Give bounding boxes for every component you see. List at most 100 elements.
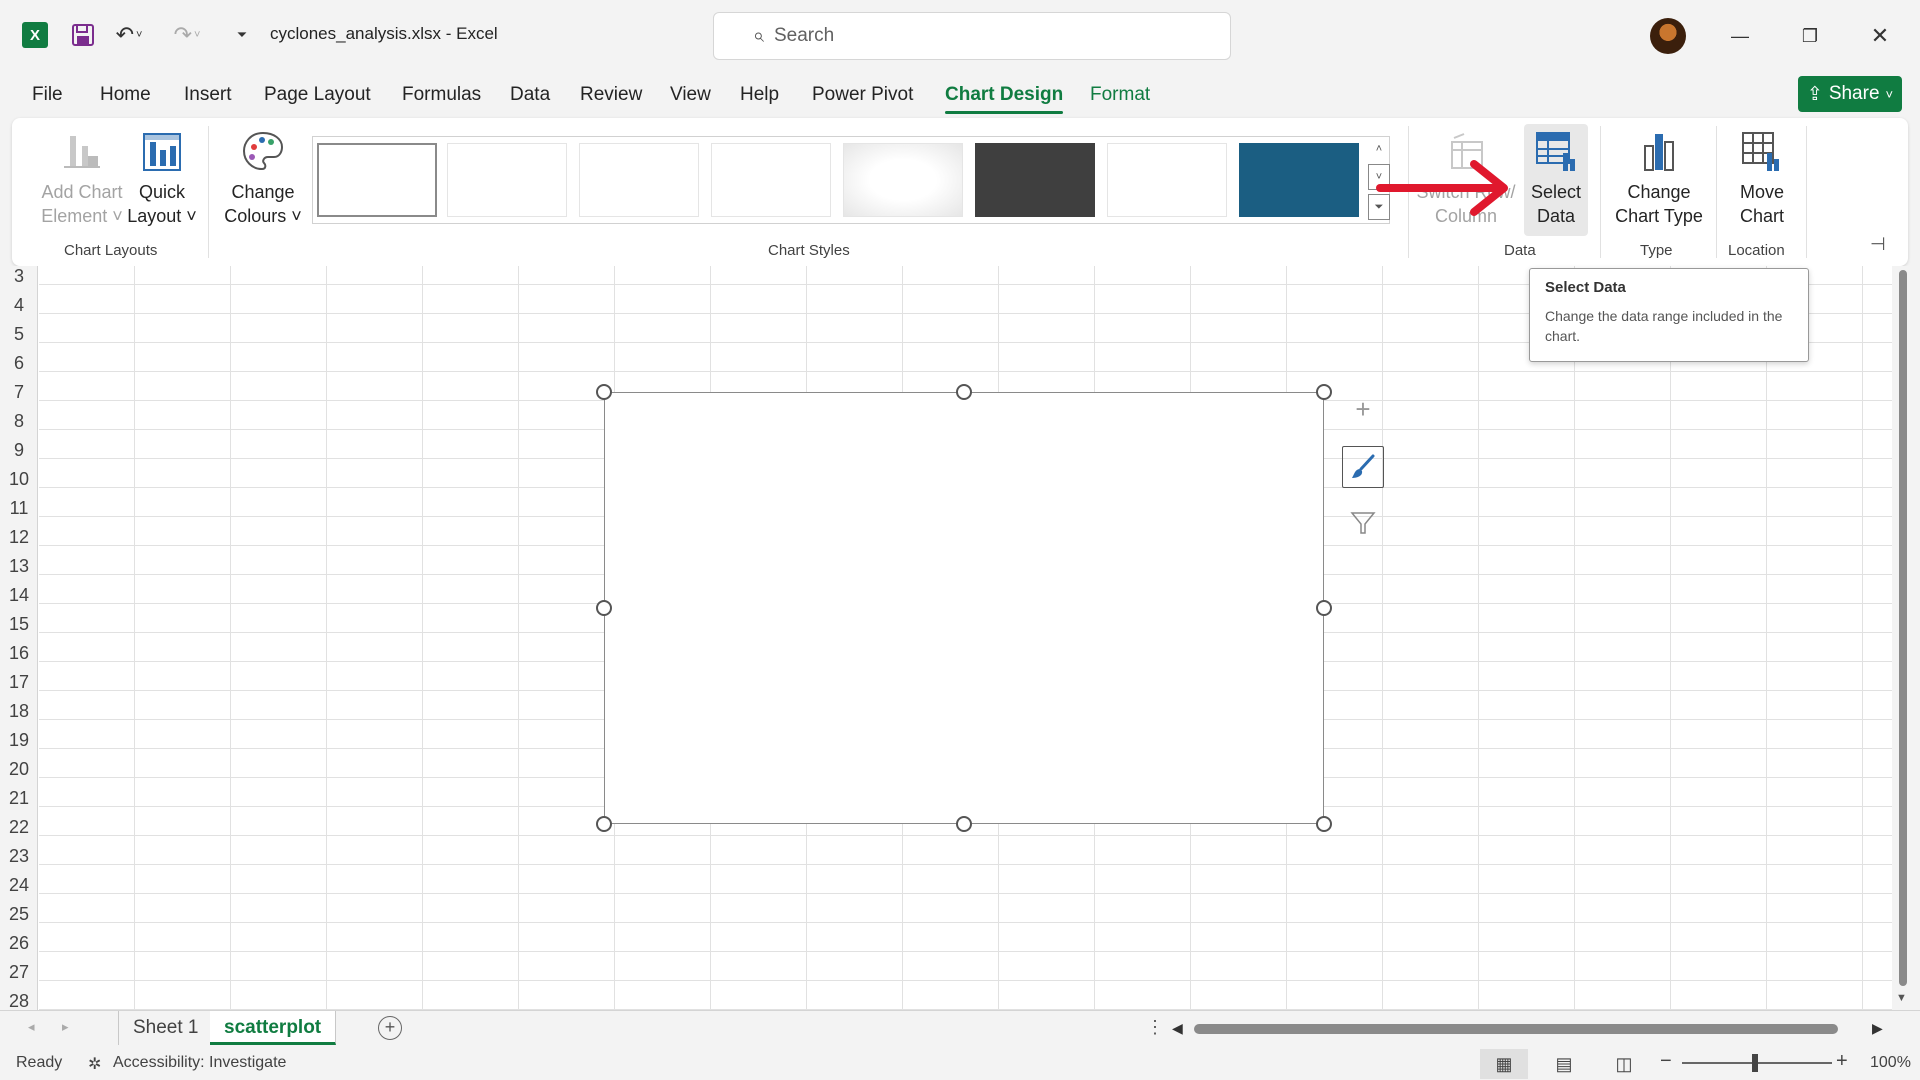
undo-icon[interactable]: ↶ ˅ bbox=[112, 22, 146, 48]
row-header[interactable]: 21 bbox=[0, 784, 38, 813]
row-header[interactable]: 4 bbox=[0, 291, 38, 320]
sheet-nav-right-icon[interactable]: ▸ bbox=[62, 1019, 69, 1035]
row-header[interactable]: 27 bbox=[0, 958, 38, 987]
add-chart-element-button[interactable]: Add Chart Element ˅ bbox=[32, 128, 132, 228]
sheet-tab-scatterplot[interactable]: scatterplot bbox=[210, 1011, 337, 1045]
tab-review[interactable]: Review bbox=[580, 84, 642, 106]
chart-style-4[interactable] bbox=[711, 143, 831, 217]
row-header[interactable]: 14 bbox=[0, 581, 38, 610]
close-button[interactable]: ✕ bbox=[1850, 14, 1910, 58]
row-header[interactable]: 12 bbox=[0, 523, 38, 552]
chart-area[interactable] bbox=[604, 392, 1324, 824]
row-header[interactable]: 22 bbox=[0, 813, 38, 842]
change-colours-button[interactable]: Change Colours ˅ bbox=[218, 128, 308, 228]
more-options-icon[interactable]: ⋮ bbox=[1146, 1017, 1164, 1038]
resize-handle-top-left[interactable] bbox=[596, 384, 612, 400]
resize-handle-bottom[interactable] bbox=[956, 816, 972, 832]
zoom-in-icon[interactable]: + bbox=[1836, 1050, 1848, 1073]
row-header[interactable]: 5 bbox=[0, 320, 38, 349]
normal-view-icon[interactable]: ▦ bbox=[1480, 1049, 1528, 1079]
tab-file[interactable]: File bbox=[32, 84, 63, 106]
row-header[interactable]: 19 bbox=[0, 726, 38, 755]
redo-icon[interactable]: ↷ ˅ bbox=[170, 22, 204, 48]
share-button[interactable]: ⇪ Share ˅ bbox=[1798, 76, 1902, 112]
chart-style-1[interactable] bbox=[317, 143, 437, 217]
sheet-nav-left-icon[interactable]: ◂ bbox=[28, 1019, 35, 1035]
zoom-level[interactable]: 100% bbox=[1870, 1054, 1911, 1072]
tab-formulas[interactable]: Formulas bbox=[402, 84, 481, 106]
row-header[interactable]: 8 bbox=[0, 407, 38, 436]
row-header[interactable]: 17 bbox=[0, 668, 38, 697]
row-header[interactable]: 9 bbox=[0, 436, 38, 465]
sheet-tab-sheet-1[interactable]: Sheet 1 bbox=[118, 1011, 214, 1045]
pin-ribbon-icon[interactable]: ⊣ bbox=[1870, 234, 1886, 255]
row-header[interactable]: 3 bbox=[0, 262, 38, 291]
row-header[interactable]: 20 bbox=[0, 755, 38, 784]
search-box[interactable]: ⌕ Search bbox=[713, 12, 1231, 60]
row-header[interactable]: 16 bbox=[0, 639, 38, 668]
row-header[interactable]: 25 bbox=[0, 900, 38, 929]
add-sheet-icon[interactable]: + bbox=[378, 1016, 402, 1040]
row-header[interactable]: 15 bbox=[0, 610, 38, 639]
minimize-button[interactable]: — bbox=[1710, 14, 1770, 58]
scroll-right-icon[interactable]: ▶ bbox=[1872, 1020, 1883, 1037]
chart-style-8[interactable] bbox=[1239, 143, 1359, 217]
move-chart-button[interactable]: Move Chart bbox=[1724, 128, 1800, 228]
horizontal-scroll-thumb[interactable] bbox=[1194, 1024, 1838, 1034]
user-avatar[interactable] bbox=[1650, 18, 1686, 54]
tab-power-pivot[interactable]: Power Pivot bbox=[812, 84, 913, 106]
row-header[interactable]: 18 bbox=[0, 697, 38, 726]
page-layout-view-icon[interactable]: ▤ bbox=[1540, 1049, 1588, 1079]
row-header[interactable]: 24 bbox=[0, 871, 38, 900]
tab-insert[interactable]: Insert bbox=[184, 84, 232, 106]
tab-data[interactable]: Data bbox=[510, 84, 550, 106]
scroll-left-icon[interactable]: ◀ bbox=[1172, 1020, 1183, 1037]
restore-button[interactable]: ❐ bbox=[1780, 14, 1840, 58]
row-header[interactable]: 26 bbox=[0, 929, 38, 958]
tab-format[interactable]: Format bbox=[1090, 84, 1150, 106]
change-chart-type-button[interactable]: Change Chart Type bbox=[1606, 128, 1712, 228]
resize-handle-top[interactable] bbox=[956, 384, 972, 400]
tab-view[interactable]: View bbox=[670, 84, 711, 106]
tab-help[interactable]: Help bbox=[740, 84, 779, 106]
resize-handle-top-right[interactable] bbox=[1316, 384, 1332, 400]
row-header[interactable]: 6 bbox=[0, 349, 38, 378]
chart-style-6[interactable] bbox=[975, 143, 1095, 217]
row-header[interactable]: 10 bbox=[0, 465, 38, 494]
chart-style-5[interactable] bbox=[843, 143, 963, 217]
tab-chart-design[interactable]: Chart Design bbox=[945, 84, 1064, 114]
row-header[interactable]: 7 bbox=[0, 378, 38, 407]
page-break-view-icon[interactable]: ◫ bbox=[1600, 1049, 1648, 1079]
scroll-down-icon[interactable]: ▼ bbox=[1896, 992, 1907, 1004]
customize-toolbar-icon[interactable]: ⏷ bbox=[232, 24, 252, 46]
vertical-scroll-thumb[interactable] bbox=[1899, 270, 1907, 986]
accessibility-status[interactable]: Accessibility: Investigate bbox=[113, 1054, 286, 1072]
tooltip-body: Change the data range included in the ch… bbox=[1545, 308, 1783, 344]
chart-elements-plus-icon[interactable]: + bbox=[1342, 388, 1384, 430]
chart-style-7[interactable] bbox=[1107, 143, 1227, 217]
tab-page-layout[interactable]: Page Layout bbox=[264, 84, 371, 106]
zoom-slider-thumb[interactable] bbox=[1752, 1054, 1758, 1072]
resize-handle-bottom-left[interactable] bbox=[596, 816, 612, 832]
resize-handle-right[interactable] bbox=[1316, 600, 1332, 616]
zoom-out-icon[interactable]: − bbox=[1660, 1050, 1672, 1073]
save-icon[interactable] bbox=[70, 22, 96, 48]
resize-handle-left[interactable] bbox=[596, 600, 612, 616]
change-chart-type-icon bbox=[1635, 128, 1683, 176]
chart-style-3[interactable] bbox=[579, 143, 699, 217]
select-data-button[interactable]: Select Data bbox=[1518, 128, 1594, 228]
row-header[interactable]: 13 bbox=[0, 552, 38, 581]
search-icon: ⌕ bbox=[752, 24, 764, 47]
chart-style-2[interactable] bbox=[447, 143, 567, 217]
quick-layout-button[interactable]: Quick Layout ˅ bbox=[122, 128, 202, 228]
tab-home[interactable]: Home bbox=[100, 84, 151, 106]
vertical-scrollbar[interactable]: ▼ bbox=[1892, 266, 1912, 1010]
row-header[interactable]: 23 bbox=[0, 842, 38, 871]
chart-styles-brush-icon[interactable] bbox=[1342, 446, 1384, 488]
accessibility-icon[interactable]: ✲ bbox=[88, 1054, 101, 1074]
row-header[interactable]: 11 bbox=[0, 494, 38, 523]
resize-handle-bottom-right[interactable] bbox=[1316, 816, 1332, 832]
document-title: cyclones_analysis.xlsx - Excel bbox=[270, 24, 498, 43]
change-colours-label-1: Change bbox=[231, 182, 295, 202]
chart-filter-icon[interactable] bbox=[1342, 502, 1384, 544]
